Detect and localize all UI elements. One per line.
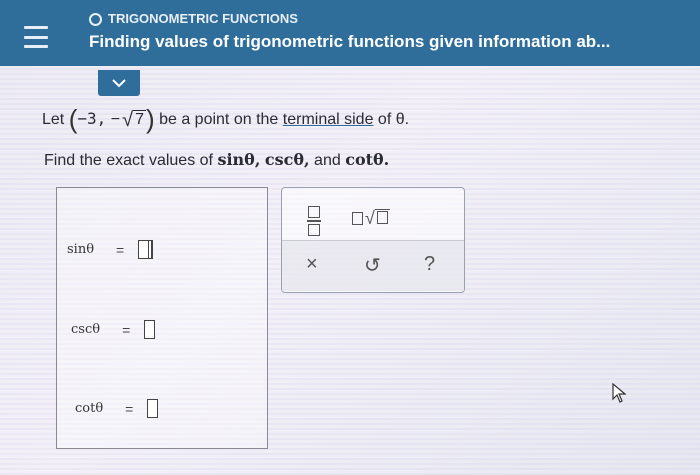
- instruction-prefix: Find the exact values of: [44, 152, 213, 169]
- square-root-icon[interactable]: √: [352, 208, 390, 229]
- page-title: Finding values of trigonometric function…: [89, 32, 611, 51]
- instruction-text: Find the exact values of sinθ, cscθ, and…: [44, 150, 389, 170]
- sin-answer-input[interactable]: [138, 240, 150, 259]
- answer-row-sin: sinθ =: [67, 240, 150, 259]
- answer-label-cot: cotθ: [75, 401, 104, 416]
- equals-sign: =: [122, 321, 131, 338]
- func-csc: cscθ,: [264, 150, 310, 169]
- equals-sign: =: [116, 241, 125, 258]
- header-bar: TRIGONOMETRIC FUNCTIONS Finding values o…: [0, 0, 700, 66]
- mouse-cursor-icon: [612, 383, 626, 403]
- close-paren: ): [145, 104, 155, 134]
- instruction-connector: and: [314, 152, 341, 169]
- equals-sign: =: [125, 400, 134, 417]
- toolbar-actions: × ↺ ?: [282, 240, 464, 291]
- point-y-radical: √ 7: [122, 109, 146, 131]
- cot-answer-input[interactable]: [147, 399, 159, 418]
- radicand: 7: [133, 110, 146, 128]
- clear-icon[interactable]: ×: [306, 253, 318, 276]
- problem-suffix: of θ.: [377, 111, 410, 128]
- math-toolbar: √ × ↺ ?: [281, 187, 465, 293]
- func-cot: cotθ.: [345, 150, 390, 169]
- topic-indicator-icon: [89, 13, 102, 26]
- func-sin: sinθ,: [217, 150, 261, 169]
- answer-label-sin: sinθ: [67, 242, 95, 257]
- problem-middle: be a point on the: [159, 111, 279, 128]
- answer-row-cot: cotθ =: [75, 399, 159, 418]
- topic-label: TRIGONOMETRIC FUNCTIONS: [108, 11, 298, 26]
- fraction-icon[interactable]: [307, 206, 321, 236]
- hamburger-menu-icon[interactable]: [24, 26, 48, 48]
- problem-prefix: Let: [42, 111, 65, 128]
- problem-statement: Let (−3, − √ 7) be a point on the terminal…: [42, 104, 409, 135]
- toolbar-templates: √: [282, 200, 464, 240]
- point-y-sign: −: [110, 111, 121, 128]
- help-icon[interactable]: ?: [424, 253, 435, 276]
- csc-answer-input[interactable]: [144, 320, 156, 339]
- terminal-side-link[interactable]: terminal side: [283, 111, 374, 128]
- answer-panel: sinθ = cscθ = cotθ =: [56, 187, 268, 449]
- point-x: −3,: [77, 109, 107, 128]
- answer-label-csc: cscθ: [71, 322, 101, 337]
- collapse-button[interactable]: [98, 70, 140, 96]
- answer-row-csc: cscθ =: [71, 320, 156, 339]
- chevron-down-icon: [112, 78, 126, 87]
- undo-icon[interactable]: ↺: [364, 253, 381, 278]
